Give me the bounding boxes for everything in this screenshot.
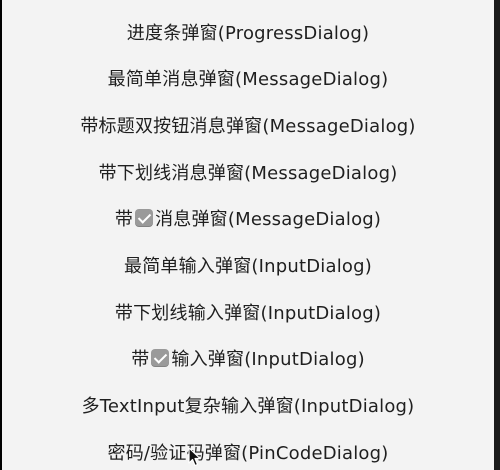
underline-input-dialog-item[interactable]: 带下划线输入弹窗(InputDialog)	[2, 292, 494, 332]
menu-item-label: 密码/验证码弹窗(PinCodeDialog)	[107, 443, 389, 464]
pincode-dialog-item[interactable]: 密码/验证码弹窗(PinCodeDialog)	[2, 432, 494, 470]
window-edge	[494, 0, 500, 470]
menu-item-label: 多TextInput复杂输入弹窗(InputDialog)	[81, 396, 415, 417]
simple-input-dialog-item[interactable]: 最简单输入弹窗(InputDialog)	[2, 245, 494, 285]
menu-item-label: 最简单消息弹窗(MessageDialog)	[107, 69, 389, 90]
emoji-message-dialog-item[interactable]: 带 消息弹窗(MessageDialog)	[2, 198, 494, 238]
underline-message-dialog-item[interactable]: 带下划线消息弹窗(MessageDialog)	[2, 152, 494, 192]
title-two-button-message-dialog-item[interactable]: 带标题双按钮消息弹窗(MessageDialog)	[2, 105, 494, 145]
menu-item-label: 带下划线输入弹窗(InputDialog)	[114, 303, 382, 324]
menu-item-label-prefix: 带	[131, 349, 150, 370]
multi-textinput-input-dialog-item[interactable]: 多TextInput复杂输入弹窗(InputDialog)	[2, 385, 494, 425]
mouse-pointer-icon	[188, 447, 201, 467]
menu-item-label: 带标题双按钮消息弹窗(MessageDialog)	[80, 116, 416, 137]
dialog-demo-list: 进度条弹窗(ProgressDialog) 最简单消息弹窗(MessageDia…	[2, 0, 494, 470]
menu-item-label: 最简单输入弹窗(InputDialog)	[124, 256, 372, 277]
menu-item-label: 进度条弹窗(ProgressDialog)	[126, 23, 370, 44]
menu-item-label-prefix: 带	[114, 209, 134, 230]
menu-item-label-suffix: 消息弹窗(MessageDialog)	[155, 209, 382, 230]
check-mark-button-icon	[135, 209, 154, 227]
menu-item-label: 带下划线消息弹窗(MessageDialog)	[98, 163, 398, 184]
menu-item-label-suffix: 输入弹窗(InputDialog)	[171, 349, 365, 370]
simple-message-dialog-item[interactable]: 最简单消息弹窗(MessageDialog)	[2, 58, 494, 98]
emoji-input-dialog-item[interactable]: 带 输入弹窗(InputDialog)	[2, 338, 494, 378]
progress-dialog-item[interactable]: 进度条弹窗(ProgressDialog)	[2, 12, 494, 52]
check-mark-button-icon	[151, 349, 170, 367]
